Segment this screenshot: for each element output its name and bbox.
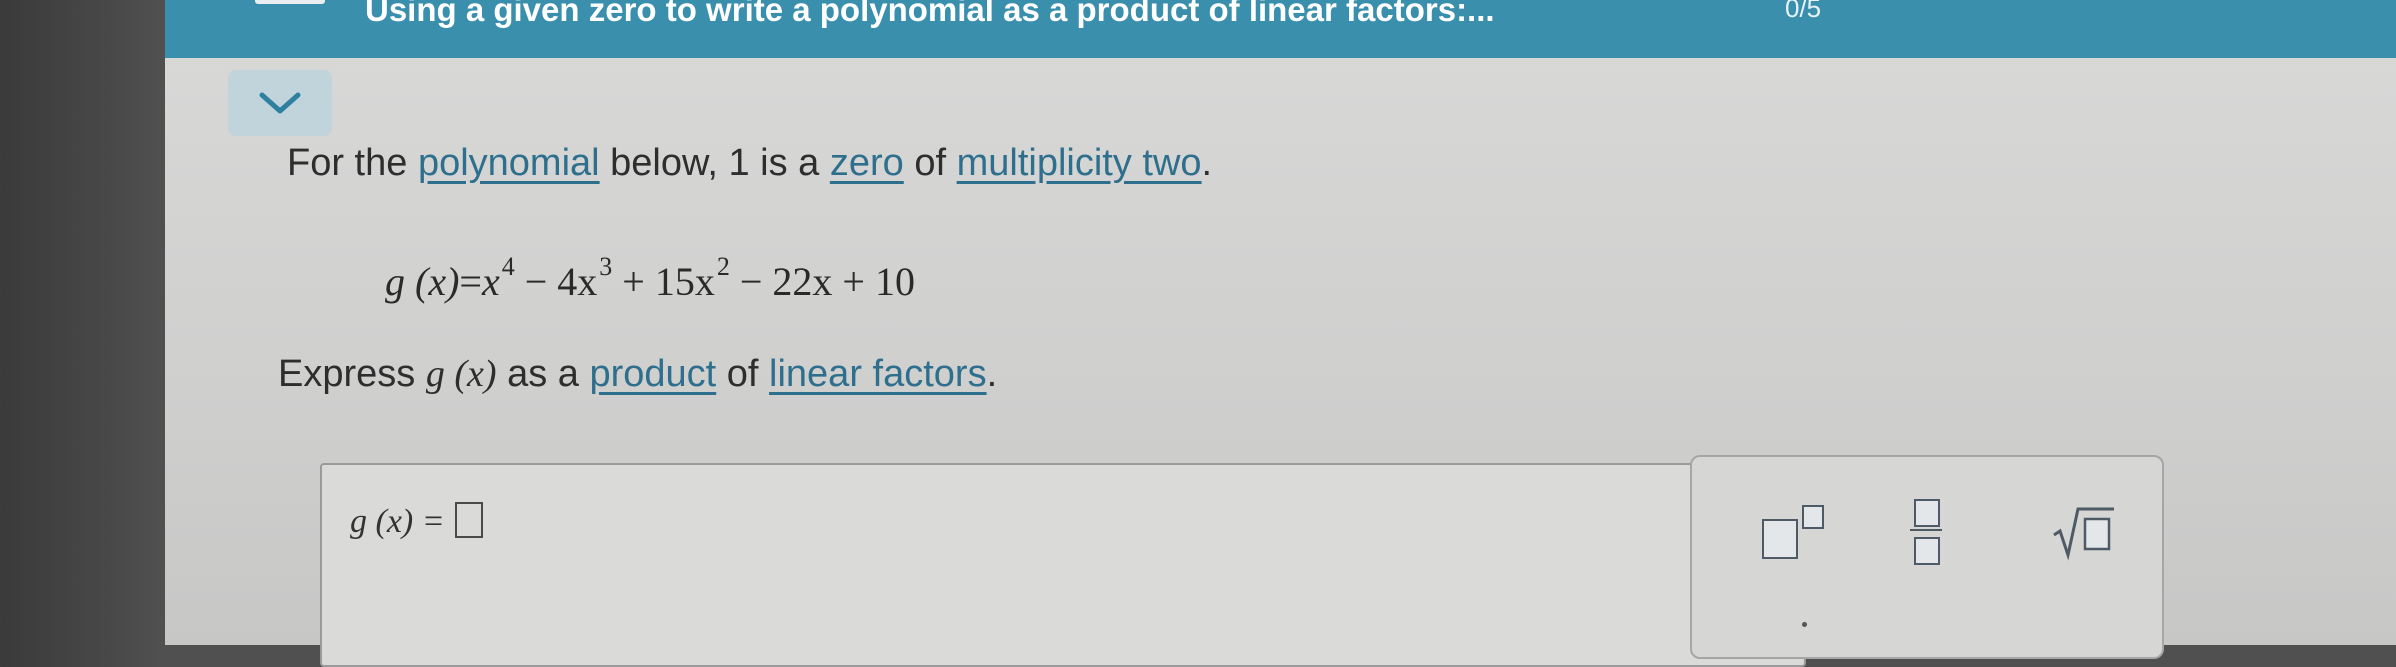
exponent-2: 2 <box>716 252 730 281</box>
question-screen: Using a given zero to write a polynomial… <box>165 0 2396 667</box>
answer-prefix: g (x) = <box>350 503 445 540</box>
equals-sign: = <box>459 259 482 304</box>
topic-header-bar: Using a given zero to write a polynomial… <box>165 0 2396 58</box>
prompt-text: . <box>1201 142 1213 184</box>
base-box-icon <box>1762 519 1798 559</box>
collapse-button[interactable] <box>228 70 332 136</box>
term-4x3: − 4x <box>514 259 598 304</box>
math-tool-palette <box>1690 455 2164 659</box>
task-text: . <box>986 353 998 395</box>
fraction-bar-icon <box>1910 529 1942 531</box>
fraction-template-button[interactable] <box>1910 497 1950 567</box>
link-product[interactable]: product <box>589 353 716 395</box>
square-root-icon <box>2053 507 2114 561</box>
prompt-text: For the <box>287 142 418 184</box>
term-x4: x <box>481 259 500 304</box>
prompt-text: of <box>903 142 957 184</box>
exponent-4: 4 <box>501 252 515 281</box>
square-root-template-button[interactable] <box>2052 497 2116 567</box>
link-multiplicity-two[interactable]: multiplicity two <box>957 142 1202 184</box>
term-rest: − 22x + 10 <box>729 259 915 304</box>
link-zero[interactable]: zero <box>830 142 904 184</box>
answer-label: g (x) = <box>350 502 483 541</box>
task-text: as a <box>496 353 590 395</box>
superscript-template-button[interactable] <box>1762 497 1832 567</box>
progress-counter: 0/5 <box>1785 0 1822 23</box>
menu-icon[interactable] <box>255 0 325 4</box>
question-prompt: For the polynomial below, 1 is a zero of… <box>287 142 1212 185</box>
term-15x2: + 15x <box>612 259 715 304</box>
prompt-text: below, 1 is a <box>599 142 830 184</box>
task-text: of <box>716 353 770 395</box>
task-text: Express <box>278 353 426 395</box>
link-linear-factors[interactable]: linear factors <box>769 353 987 395</box>
exponent-3: 3 <box>599 252 613 281</box>
equation-lhs: g (x) <box>385 259 460 304</box>
topic-title: Using a given zero to write a polynomial… <box>365 0 1495 28</box>
decorative-dot <box>1802 622 1807 627</box>
denominator-box-icon <box>1914 537 1940 565</box>
link-polynomial[interactable]: polynomial <box>418 142 600 184</box>
answer-input-slot[interactable] <box>454 502 483 538</box>
chevron-down-icon <box>259 92 301 114</box>
exponent-box-icon <box>1802 505 1824 529</box>
task-function: g (x) <box>425 353 497 395</box>
answer-input-area[interactable]: g (x) = <box>320 463 1806 667</box>
numerator-box-icon <box>1914 499 1940 527</box>
task-instruction: Express g (x) as a product of linear fac… <box>278 352 997 396</box>
polynomial-equation: g (x)=x4 − 4x3 + 15x2 − 22x + 10 <box>385 252 915 305</box>
